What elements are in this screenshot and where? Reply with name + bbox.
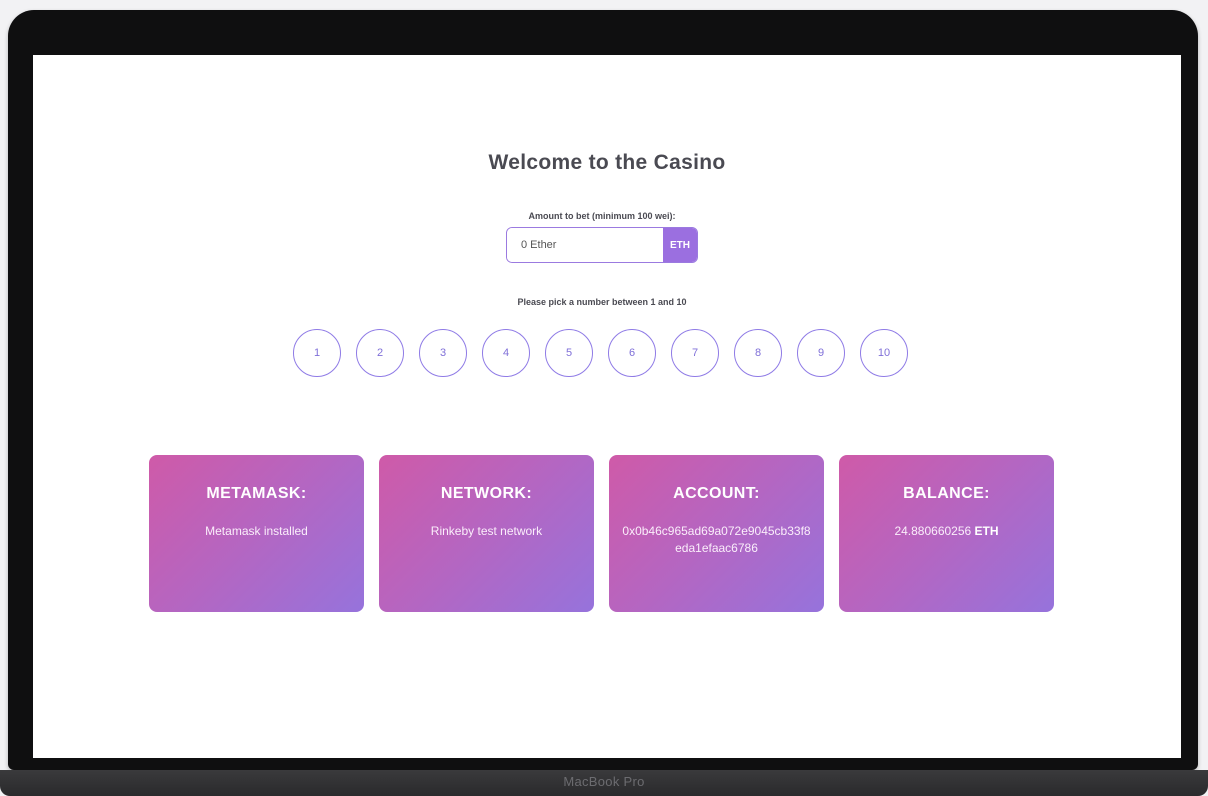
- browser-viewport: Welcome to the Casino Amount to bet (min…: [33, 55, 1181, 758]
- account-address: 0x0b46c965ad69a072e9045cb33f8eda1efaac67…: [622, 524, 811, 555]
- number-button-9[interactable]: 9: [797, 329, 845, 377]
- number-button-8[interactable]: 8: [734, 329, 782, 377]
- balance-display: 24.880660256 ETH: [839, 523, 1054, 540]
- balance-amount: 24.880660256: [894, 524, 975, 538]
- number-button-2[interactable]: 2: [356, 329, 404, 377]
- balance-unit: ETH: [974, 524, 999, 538]
- number-picker: 1 2 3 4 5 6 7 8 9 10: [293, 329, 908, 377]
- bet-amount-input[interactable]: [507, 228, 663, 262]
- balance-card-title: BALANCE:: [903, 485, 990, 502]
- account-card-title: ACCOUNT:: [673, 485, 760, 502]
- number-button-5[interactable]: 5: [545, 329, 593, 377]
- number-button-10[interactable]: 10: [860, 329, 908, 377]
- metamask-card: METAMASK: Metamask installed: [149, 455, 364, 612]
- page-title: Welcome to the Casino: [488, 151, 726, 174]
- balance-card: BALANCE: 24.880660256 ETH: [839, 455, 1054, 612]
- number-button-4[interactable]: 4: [482, 329, 530, 377]
- number-button-1[interactable]: 1: [293, 329, 341, 377]
- pick-number-label: Please pick a number between 1 and 10: [517, 297, 687, 307]
- info-cards: METAMASK: Metamask installed NETWORK: Ri…: [149, 455, 1054, 612]
- bet-amount-group: ETH: [506, 227, 698, 263]
- network-name: Rinkeby test network: [430, 524, 543, 538]
- number-button-6[interactable]: 6: [608, 329, 656, 377]
- device-brand-label: MacBook Pro: [563, 774, 645, 789]
- metamask-status: Metamask installed: [205, 524, 308, 538]
- number-button-7[interactable]: 7: [671, 329, 719, 377]
- metamask-card-title: METAMASK:: [206, 485, 307, 502]
- account-card: ACCOUNT: 0x0b46c965ad69a072e9045cb33f8ed…: [609, 455, 824, 612]
- network-card-title: NETWORK:: [440, 485, 533, 502]
- network-card: NETWORK: Rinkeby test network: [379, 455, 594, 612]
- bet-unit-addon: ETH: [663, 228, 697, 262]
- number-button-3[interactable]: 3: [419, 329, 467, 377]
- bet-amount-label: Amount to bet (minimum 100 wei):: [528, 211, 676, 221]
